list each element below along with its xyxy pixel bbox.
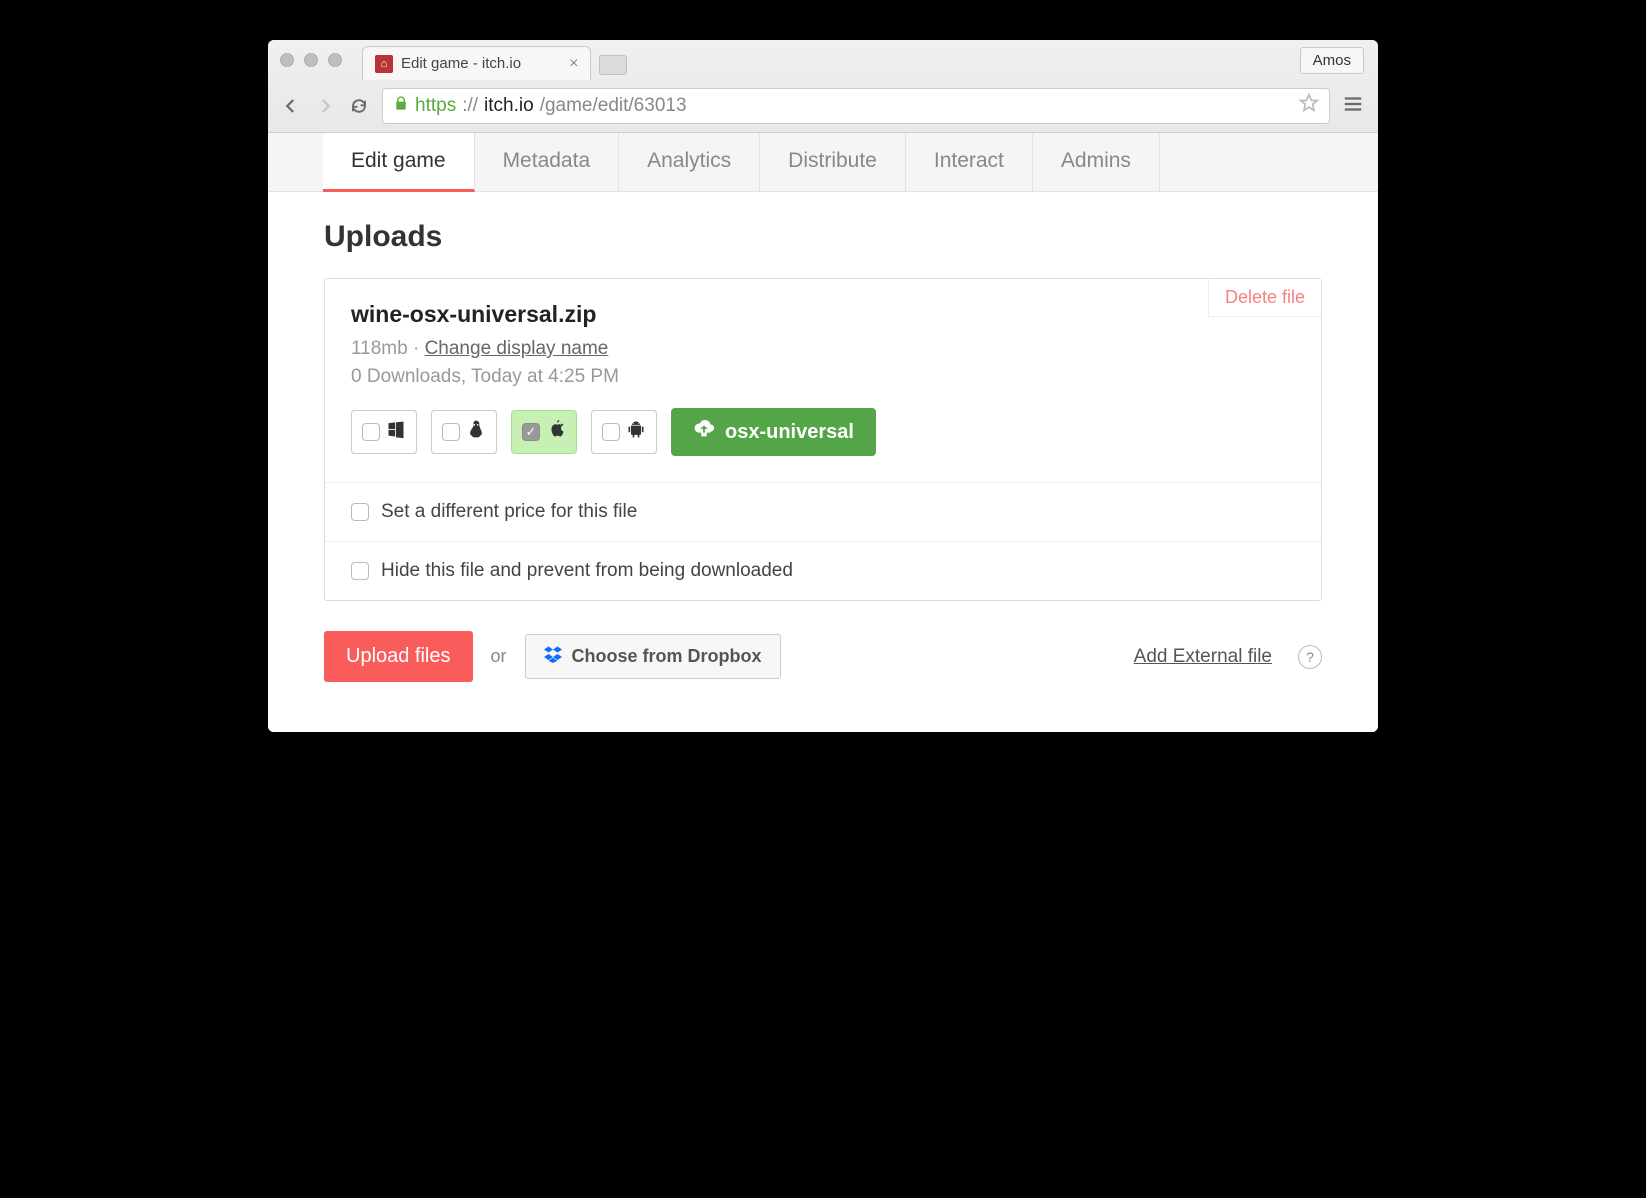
forward-button[interactable] — [314, 95, 336, 117]
upload-card: Delete file wine-osx-universal.zip 118mb… — [324, 278, 1322, 601]
option-hide-file[interactable]: Hide this file and prevent from being do… — [325, 541, 1321, 600]
upload-meta: 118mb · Change display name — [351, 338, 1295, 360]
url-host: itch.io — [484, 95, 534, 117]
section-title: Uploads — [324, 220, 1322, 254]
upload-stats: 0 Downloads, Today at 4:25 PM — [351, 366, 1295, 388]
option-different-price[interactable]: Set a different price for this file — [325, 482, 1321, 541]
window-controls — [280, 53, 362, 67]
browser-window: ⌂ Edit game - itch.io × Amos https :// itc… — [268, 40, 1378, 732]
tab-title: Edit game - itch.io — [401, 55, 521, 72]
checkbox-icon — [362, 423, 380, 441]
dropbox-icon — [544, 645, 562, 668]
dropbox-button[interactable]: Choose from Dropbox — [525, 634, 781, 679]
checkbox-icon — [351, 562, 369, 580]
checkbox-icon — [351, 503, 369, 521]
browser-toolbar: https :// itch.io/game/edit/63013 — [268, 80, 1378, 132]
tab-strip: ⌂ Edit game - itch.io × Amos — [268, 40, 1378, 80]
channel-name: osx-universal — [725, 421, 854, 444]
tab-admins[interactable]: Admins — [1033, 133, 1160, 191]
checkbox-icon — [442, 423, 460, 441]
page-body: Uploads Delete file wine-osx-universal.z… — [268, 192, 1378, 732]
url-sep: :// — [462, 95, 478, 117]
tab-interact[interactable]: Interact — [906, 133, 1033, 191]
windows-icon — [386, 419, 406, 445]
channel-badge: osx-universal — [671, 408, 876, 456]
tab-edit-game[interactable]: Edit game — [323, 133, 475, 192]
address-bar[interactable]: https :// itch.io/game/edit/63013 — [382, 88, 1330, 124]
maximize-window-button[interactable] — [328, 53, 342, 67]
platform-linux[interactable] — [431, 410, 497, 454]
favicon-icon: ⌂ — [375, 55, 393, 73]
upload-filename: wine-osx-universal.zip — [351, 301, 1295, 328]
platform-mac[interactable]: ✓ — [511, 410, 577, 454]
meta-dot: · — [408, 338, 425, 359]
dropbox-label: Choose from Dropbox — [572, 646, 762, 667]
reload-button[interactable] — [348, 95, 370, 117]
platform-android[interactable] — [591, 410, 657, 454]
upload-size: 118mb — [351, 338, 408, 359]
checkbox-icon — [602, 423, 620, 441]
url-protocol: https — [415, 95, 456, 117]
close-window-button[interactable] — [280, 53, 294, 67]
new-tab-button[interactable] — [599, 55, 627, 75]
browser-tab[interactable]: ⌂ Edit game - itch.io × — [362, 46, 591, 80]
add-external-file-link[interactable]: Add External file — [1134, 646, 1272, 668]
delete-file-button[interactable]: Delete file — [1208, 279, 1321, 317]
android-icon — [626, 419, 646, 445]
browser-chrome: ⌂ Edit game - itch.io × Amos https :// itc… — [268, 40, 1378, 133]
bookmark-star-icon[interactable] — [1299, 93, 1319, 119]
upload-header: wine-osx-universal.zip 118mb · Change di… — [325, 279, 1321, 482]
platform-row: ✓ — [351, 408, 1295, 456]
help-icon[interactable]: ? — [1298, 645, 1322, 669]
back-button[interactable] — [280, 95, 302, 117]
minimize-window-button[interactable] — [304, 53, 318, 67]
option-label: Set a different price for this file — [381, 501, 637, 523]
or-text: or — [491, 646, 507, 667]
linux-icon — [466, 419, 486, 445]
menu-button[interactable] — [1342, 93, 1366, 120]
close-tab-icon[interactable]: × — [569, 55, 578, 73]
page-tabs: Edit game Metadata Analytics Distribute … — [268, 133, 1378, 192]
tab-distribute[interactable]: Distribute — [760, 133, 906, 191]
upload-files-button[interactable]: Upload files — [324, 631, 473, 682]
apple-icon — [546, 419, 566, 445]
upload-cloud-icon — [693, 418, 715, 446]
page-content: Edit game Metadata Analytics Distribute … — [268, 133, 1378, 732]
tab-metadata[interactable]: Metadata — [475, 133, 620, 191]
lock-icon — [393, 95, 409, 117]
tab-analytics[interactable]: Analytics — [619, 133, 760, 191]
change-display-name-link[interactable]: Change display name — [425, 338, 609, 359]
profile-chip[interactable]: Amos — [1300, 47, 1364, 74]
platform-windows[interactable] — [351, 410, 417, 454]
option-label: Hide this file and prevent from being do… — [381, 560, 793, 582]
checkbox-checked-icon: ✓ — [522, 423, 540, 441]
actions-row: Upload files or Choose from Dropbox Add … — [324, 631, 1322, 682]
url-path: /game/edit/63013 — [540, 95, 687, 117]
